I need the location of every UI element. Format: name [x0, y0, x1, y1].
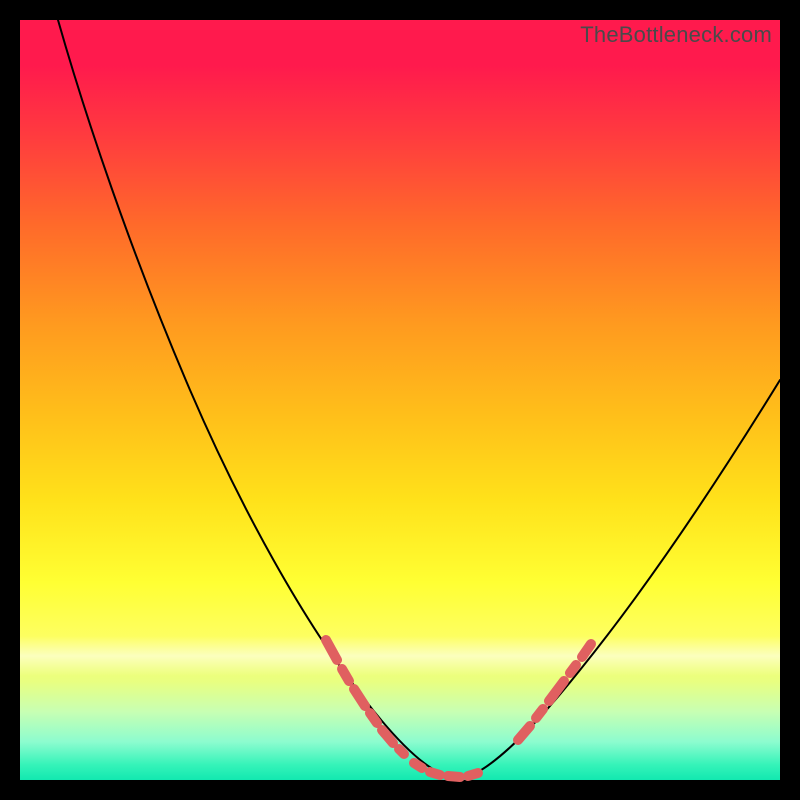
chart-frame: TheBottleneck.com — [20, 20, 780, 780]
left-dash-group — [326, 640, 404, 754]
bottleneck-curve — [20, 20, 780, 780]
curve-left-limb — [58, 20, 438, 772]
right-dash-group — [518, 644, 591, 740]
trough-dash-group — [414, 763, 478, 777]
curve-right-limb — [472, 380, 780, 775]
